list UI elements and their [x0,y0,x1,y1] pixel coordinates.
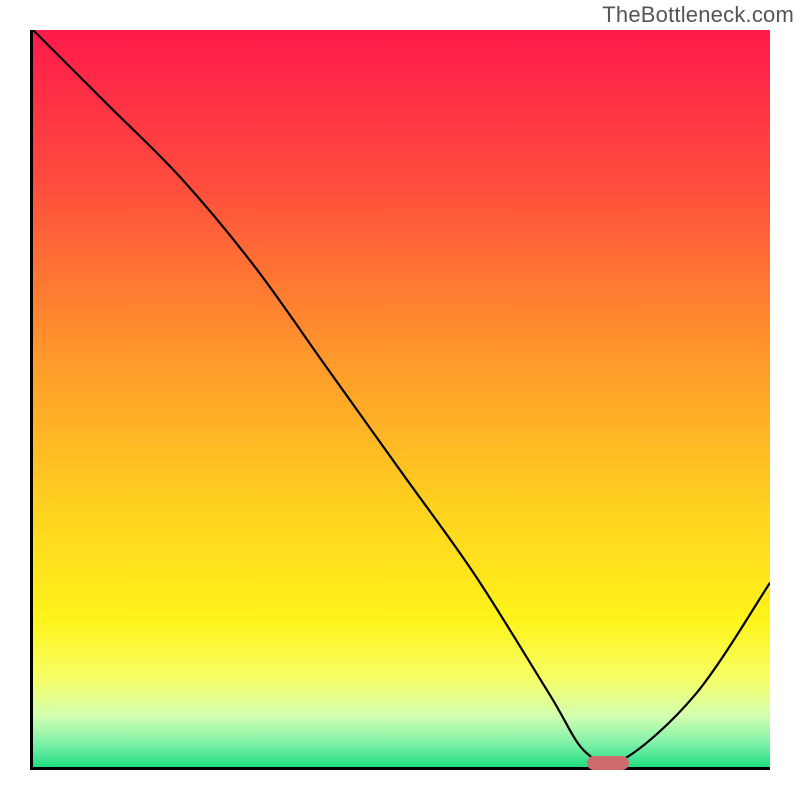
watermark-label: TheBottleneck.com [602,2,794,28]
chart-container: TheBottleneck.com [0,0,800,800]
plot-area [30,30,770,770]
bottleneck-curve [33,30,770,767]
optimal-marker [587,756,629,770]
